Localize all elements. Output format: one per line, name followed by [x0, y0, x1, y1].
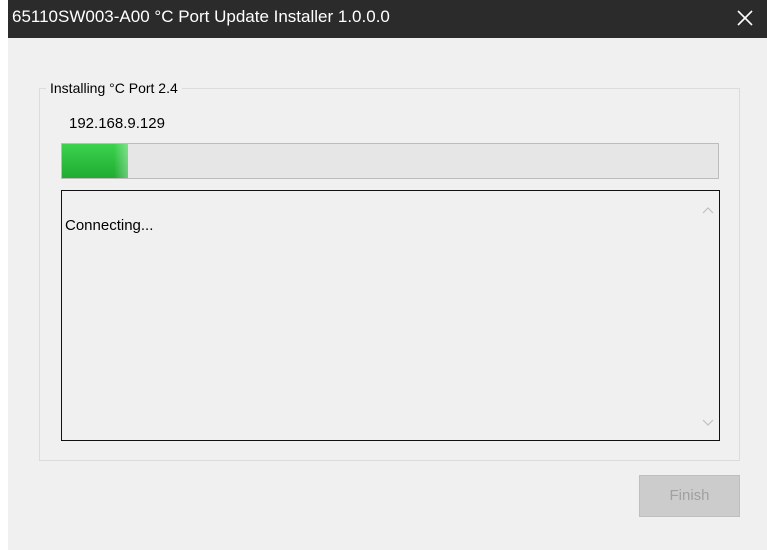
window-title: 65110SW003-A00 °C Port Update Installer …: [12, 7, 390, 26]
progress-bar: [61, 143, 719, 179]
close-button[interactable]: [721, 0, 767, 38]
title-bar[interactable]: 65110SW003-A00 °C Port Update Installer …: [8, 0, 767, 38]
finish-button[interactable]: Finish: [639, 475, 740, 517]
scroll-up-button[interactable]: [698, 200, 718, 220]
scroll-down-button[interactable]: [698, 413, 718, 433]
log-textbox[interactable]: Connecting...: [61, 190, 720, 441]
chevron-down-icon: [702, 419, 714, 426]
progress-bar-fill: [62, 144, 128, 178]
chevron-up-icon: [702, 207, 714, 214]
ip-address-label: 192.168.9.129: [69, 115, 165, 132]
log-scrollbar[interactable]: [698, 192, 718, 439]
installer-window: 65110SW003-A00 °C Port Update Installer …: [8, 0, 767, 550]
close-icon: [737, 10, 753, 26]
groupbox-label: Installing °C Port 2.4: [46, 79, 182, 97]
log-text: Connecting...: [65, 217, 154, 234]
